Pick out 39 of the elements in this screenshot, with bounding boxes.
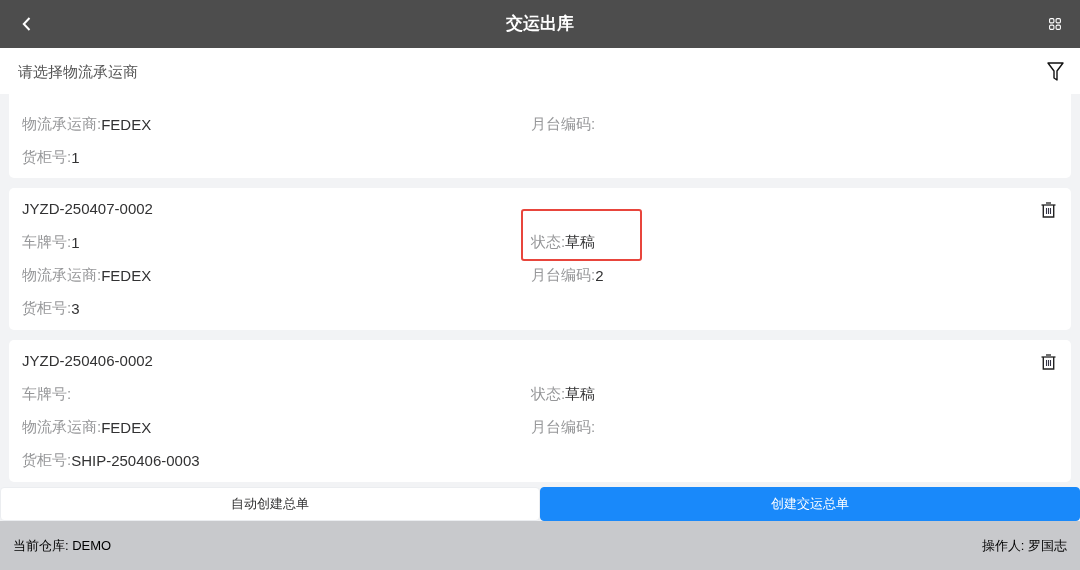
page-title: 交运出库 (505, 13, 574, 35)
order-card[interactable]: 物流承运商:FEDEX 月台编码: 货柜号:1 (9, 94, 1071, 178)
field-label: 物流承运商: (22, 266, 102, 285)
filter-icon (1047, 61, 1064, 81)
create-button[interactable]: 创建交运总单 (540, 487, 1080, 521)
field-value: SHIP-250406-0003 (71, 452, 200, 469)
field-label: 月台编码: (531, 418, 596, 437)
grid-icon[interactable] (1049, 18, 1061, 30)
warehouse-label: 当前仓库: DEMO (13, 536, 112, 555)
carrier-select-field[interactable]: 请选择物流承运商 (0, 48, 1032, 94)
field-label: 月台编码: (531, 266, 596, 285)
field-label: 物流承运商: (22, 115, 102, 134)
trash-icon[interactable] (1041, 202, 1056, 218)
field-value: 1 (71, 234, 80, 251)
field-label: 车牌号: (22, 385, 72, 404)
order-card[interactable]: JYZD-250407-0002 车牌号:1 状态:草稿 物流承运商:FEDEX 月台编码:2 货柜号:3 (9, 188, 1071, 330)
field-value: 1 (71, 149, 80, 166)
field-label: 月台编码: (531, 115, 596, 134)
field-label: 物流承运商: (22, 418, 102, 437)
field-value: FEDEX (101, 116, 152, 133)
field-label: 状态: (531, 233, 566, 252)
field-label: 车牌号: (22, 233, 72, 252)
order-card[interactable]: JYZD-250406-0002 车牌号: 状态:草稿 物流承运商:FEDEX 月台编码: 货柜号:SHIP-250406-0003 (9, 340, 1071, 482)
order-number: JYZD-250406-0002 (22, 351, 153, 371)
auto-create-button[interactable]: 自动创建总单 (0, 487, 540, 521)
field-label: 货柜号: (22, 148, 72, 167)
field-label: 货柜号: (22, 451, 72, 470)
order-number: JYZD-250407-0002 (22, 199, 153, 219)
field-label: 状态: (531, 385, 566, 404)
field-value: 草稿 (565, 233, 596, 252)
field-label: 货柜号: (22, 299, 72, 318)
operator-label: 操作人: 罗国志 (981, 536, 1067, 555)
back-chevron-icon (22, 17, 31, 31)
field-value: 2 (595, 267, 604, 284)
field-value: FEDEX (101, 267, 152, 284)
trash-icon[interactable] (1041, 354, 1056, 370)
field-value: 草稿 (565, 385, 596, 404)
field-value: 3 (71, 300, 80, 317)
field-value: FEDEX (101, 419, 152, 436)
